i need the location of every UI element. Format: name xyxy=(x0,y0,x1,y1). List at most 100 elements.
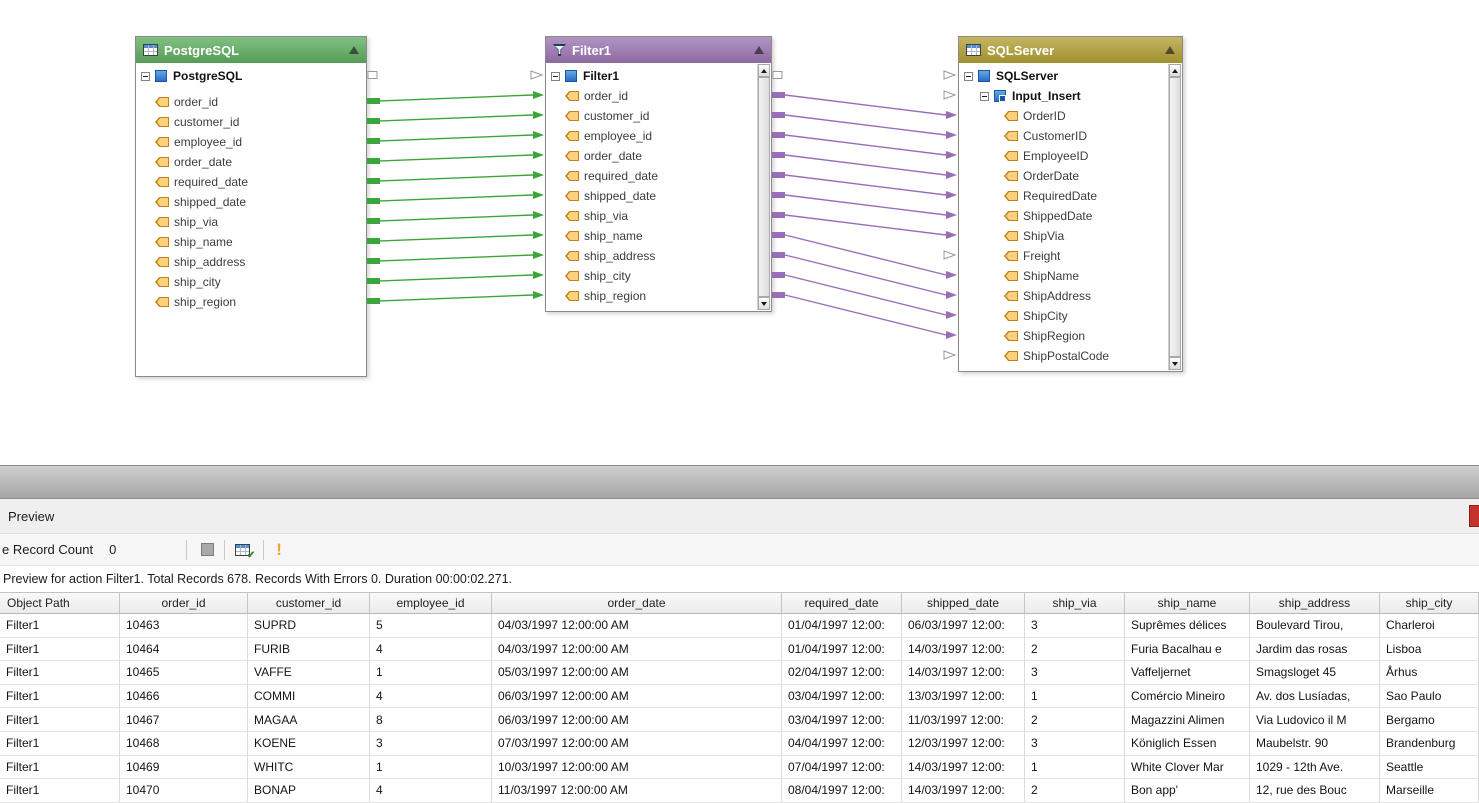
table-cell: 1 xyxy=(370,661,492,684)
node-header-sqlserver[interactable]: SQLServer xyxy=(959,37,1182,63)
node-sqlserver[interactable]: SQLServer SQLServer Input_Insert OrderID… xyxy=(958,36,1183,372)
collapse-icon[interactable] xyxy=(754,46,764,54)
table-cell: 01/04/1997 12:00: xyxy=(782,614,902,637)
table-row[interactable]: Filter110467MAGAA806/03/1997 12:00:00 AM… xyxy=(0,708,1479,732)
table-cell: Maubelstr. 90 xyxy=(1250,732,1380,755)
table-cell: 12/03/1997 12:00: xyxy=(902,732,1025,755)
table-cell: Charleroi xyxy=(1380,614,1479,637)
field-row-shipped_date[interactable]: shipped_date xyxy=(565,186,656,206)
column-header-shipped_date[interactable]: shipped_date xyxy=(902,593,1025,613)
field-row-CustomerID[interactable]: CustomerID xyxy=(1004,126,1087,146)
node-root-postgresql[interactable]: PostgreSQL xyxy=(141,66,242,86)
column-header-order_date[interactable]: order_date xyxy=(492,593,782,613)
column-header-customer_id[interactable]: customer_id xyxy=(248,593,370,613)
panel-splitter[interactable] xyxy=(0,465,1479,499)
table-cell: 07/03/1997 12:00:00 AM xyxy=(492,732,782,755)
column-header-ship_city[interactable]: ship_city xyxy=(1380,593,1479,613)
column-header-order_id[interactable]: order_id xyxy=(120,593,248,613)
field-row-ship_region[interactable]: ship_region xyxy=(155,292,236,312)
node-title: Filter1 xyxy=(572,43,611,58)
field-row-ShipCity[interactable]: ShipCity xyxy=(1004,306,1068,326)
expander-icon[interactable] xyxy=(964,72,973,81)
table-row[interactable]: Filter110469WHITC110/03/1997 12:00:00 AM… xyxy=(0,756,1479,780)
node-input-insert[interactable]: Input_Insert xyxy=(980,86,1081,106)
scroll-thumb[interactable] xyxy=(1169,77,1181,357)
scroll-up-button[interactable] xyxy=(758,64,770,77)
field-row-Freight[interactable]: Freight xyxy=(1004,246,1060,266)
table-row[interactable]: Filter110463SUPRD504/03/1997 12:00:00 AM… xyxy=(0,614,1479,638)
scroll-up-button[interactable] xyxy=(1169,64,1181,77)
column-header-ship_via[interactable]: ship_via xyxy=(1025,593,1125,613)
field-row-order_id[interactable]: order_id xyxy=(155,92,218,112)
column-header-required_date[interactable]: required_date xyxy=(782,593,902,613)
field-tag-icon xyxy=(155,157,169,167)
field-row-employee_id[interactable]: employee_id xyxy=(155,132,242,152)
table-row[interactable]: Filter110464FURIB404/03/1997 12:00:00 AM… xyxy=(0,638,1479,662)
field-row-required_date[interactable]: required_date xyxy=(155,172,248,192)
field-row-ShipName[interactable]: ShipName xyxy=(1004,266,1079,286)
field-row-ship_address[interactable]: ship_address xyxy=(155,252,245,272)
table-row[interactable]: Filter110468KOENE307/03/1997 12:00:00 AM… xyxy=(0,732,1479,756)
node-header-postgresql[interactable]: PostgreSQL xyxy=(136,37,366,63)
scroll-down-button[interactable] xyxy=(1169,357,1181,370)
vertical-scrollbar[interactable] xyxy=(1168,64,1181,370)
expander-icon[interactable] xyxy=(141,72,150,81)
table-cell: 4 xyxy=(370,779,492,802)
field-row-ship_city[interactable]: ship_city xyxy=(155,272,221,292)
table-row[interactable]: Filter110465VAFFE105/03/1997 12:00:00 AM… xyxy=(0,661,1479,685)
table-cell: 10465 xyxy=(120,661,248,684)
field-row-ship_name[interactable]: ship_name xyxy=(155,232,233,252)
scroll-thumb[interactable] xyxy=(758,77,770,297)
field-row-customer_id[interactable]: customer_id xyxy=(155,112,239,132)
scroll-down-button[interactable] xyxy=(758,297,770,310)
field-tag-icon xyxy=(155,197,169,207)
field-row-shipped_date[interactable]: shipped_date xyxy=(155,192,246,212)
field-row-ShipRegion[interactable]: ShipRegion xyxy=(1004,326,1085,346)
field-row-ShipPostalCode[interactable]: ShipPostalCode xyxy=(1004,346,1109,366)
table-row[interactable]: Filter110466COMMI406/03/1997 12:00:00 AM… xyxy=(0,685,1479,709)
collapse-icon[interactable] xyxy=(1165,46,1175,54)
field-row-required_date[interactable]: required_date xyxy=(565,166,658,186)
field-row-ship_region[interactable]: ship_region xyxy=(565,286,646,306)
field-row-ship_name[interactable]: ship_name xyxy=(565,226,643,246)
table-cell: Filter1 xyxy=(0,685,120,708)
expander-icon[interactable] xyxy=(551,72,560,81)
column-header-object-path[interactable]: Object Path xyxy=(0,593,120,613)
field-row-ShipVia[interactable]: ShipVia xyxy=(1004,226,1064,246)
node-header-filter1[interactable]: Filter1 xyxy=(546,37,771,63)
node-root-sqlserver[interactable]: SQLServer xyxy=(964,66,1058,86)
node-root-filter1[interactable]: Filter1 xyxy=(551,66,619,86)
field-row-ship_via[interactable]: ship_via xyxy=(565,206,628,226)
field-row-order_date[interactable]: order_date xyxy=(155,152,232,172)
field-row-employee_id[interactable]: employee_id xyxy=(565,126,652,146)
field-row-customer_id[interactable]: customer_id xyxy=(565,106,649,126)
node-postgresql[interactable]: PostgreSQL PostgreSQL order_idcustomer_i… xyxy=(135,36,367,377)
field-row-RequiredDate[interactable]: RequiredDate xyxy=(1004,186,1097,206)
field-row-ship_address[interactable]: ship_address xyxy=(565,246,655,266)
field-tag-icon xyxy=(1004,211,1018,221)
table-body: Filter110463SUPRD504/03/1997 12:00:00 AM… xyxy=(0,614,1479,803)
field-row-ship_city[interactable]: ship_city xyxy=(565,266,631,286)
vertical-scrollbar[interactable] xyxy=(757,64,770,310)
collapse-icon[interactable] xyxy=(349,46,359,54)
field-label: order_id xyxy=(584,89,628,103)
field-row-ShipAddress[interactable]: ShipAddress xyxy=(1004,286,1091,306)
column-header-ship_name[interactable]: ship_name xyxy=(1125,593,1250,613)
node-filter1[interactable]: Filter1 Filter1 order_id customer_idemplo… xyxy=(545,36,772,312)
table-cell: 04/03/1997 12:00:00 AM xyxy=(492,614,782,637)
field-row-ship_via[interactable]: ship_via xyxy=(155,212,218,232)
expander-icon[interactable] xyxy=(980,92,989,101)
field-row-OrderID[interactable]: OrderID xyxy=(1004,106,1066,126)
stop-icon[interactable] xyxy=(201,543,214,556)
export-table-button[interactable]: ✔ xyxy=(235,542,253,558)
exclamation-icon[interactable]: ! xyxy=(276,541,282,558)
column-header-employee_id[interactable]: employee_id xyxy=(370,593,492,613)
column-header-ship_address[interactable]: ship_address xyxy=(1250,593,1380,613)
field-row-order_id[interactable]: order_id xyxy=(565,86,628,106)
table-row[interactable]: Filter110470BONAP411/03/1997 12:00:00 AM… xyxy=(0,779,1479,803)
field-row-order_date[interactable]: order_date xyxy=(565,146,642,166)
field-row-OrderDate[interactable]: OrderDate xyxy=(1004,166,1079,186)
field-row-EmployeeID[interactable]: EmployeeID xyxy=(1004,146,1088,166)
panel-red-button[interactable] xyxy=(1469,505,1479,527)
field-row-ShippedDate[interactable]: ShippedDate xyxy=(1004,206,1092,226)
